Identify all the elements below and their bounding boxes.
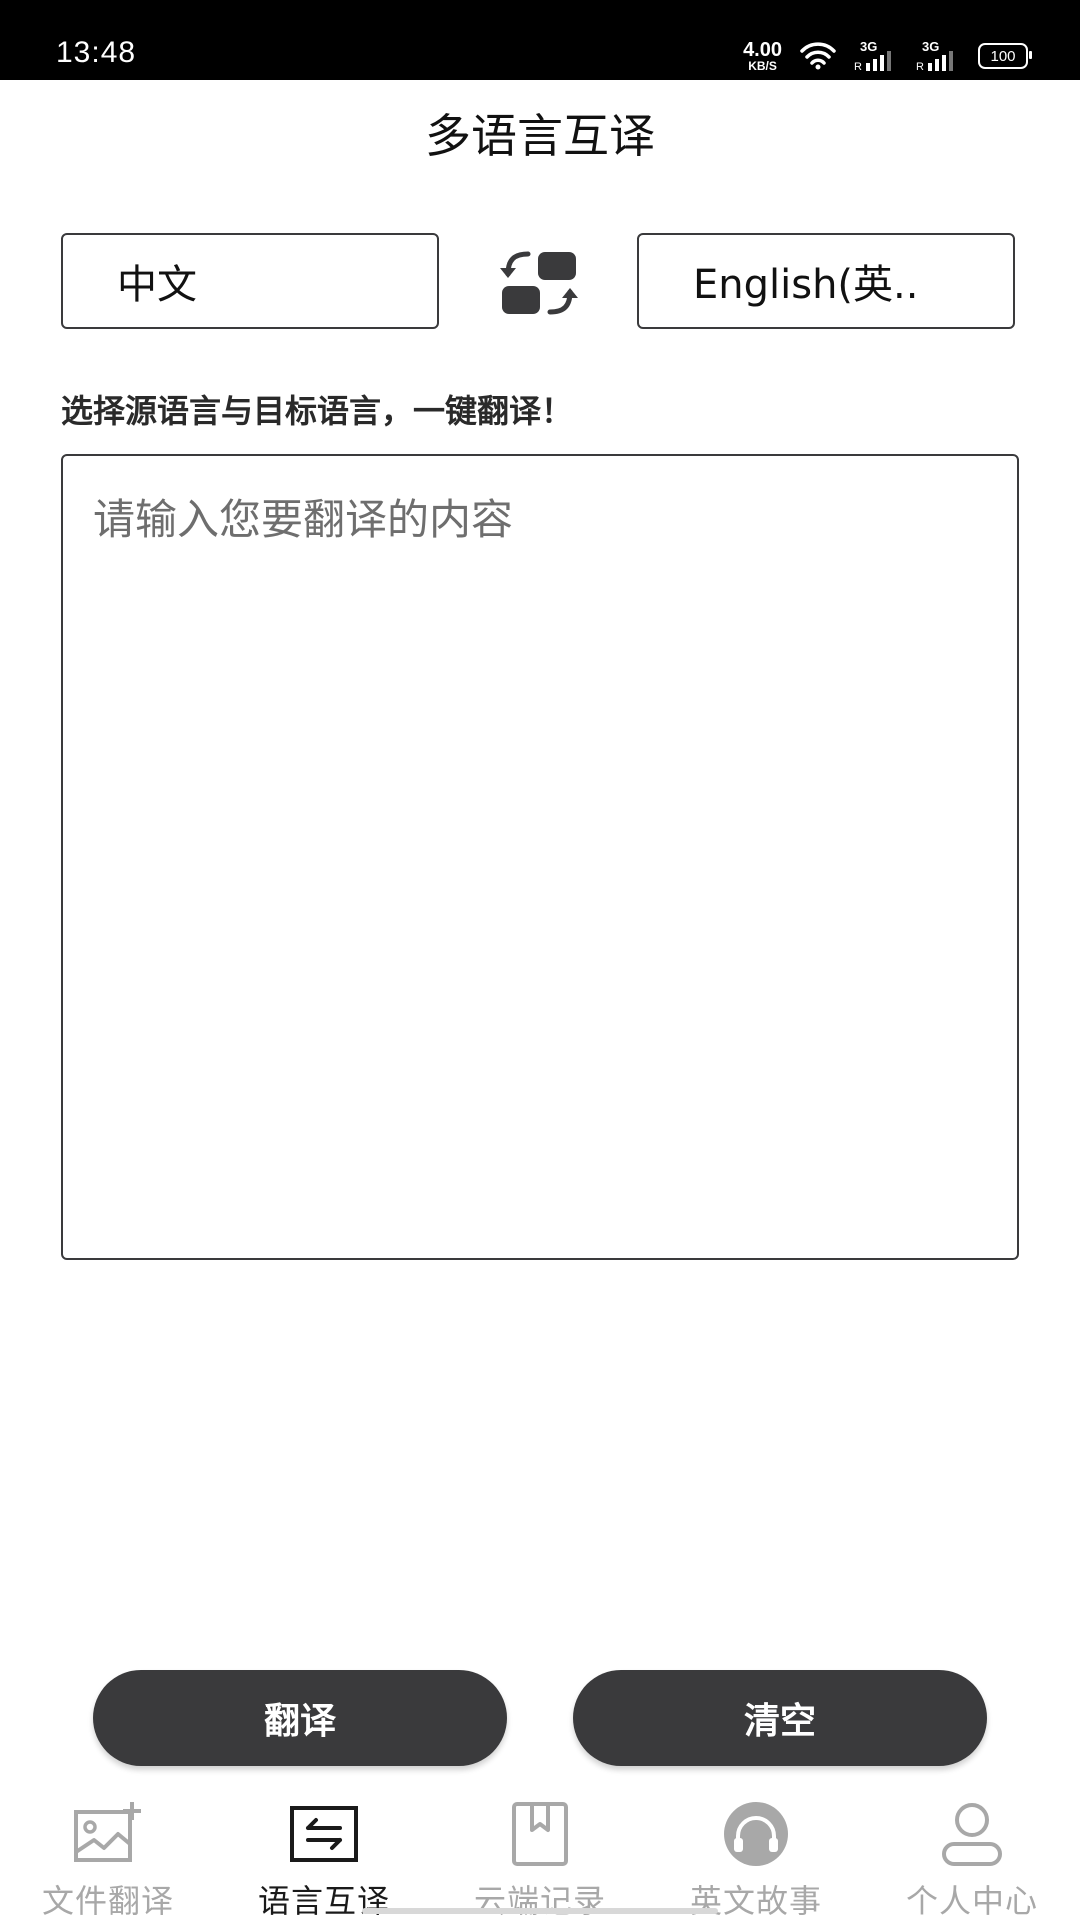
clear-button[interactable]: 清空 [573,1670,987,1766]
swap-languages-icon[interactable] [498,248,580,318]
signal-1-roaming: R [854,61,862,73]
source-language-select[interactable]: 中文 [61,233,439,329]
source-language-label: 中文 [117,262,197,308]
tab-english-stories[interactable]: 英文故事 [648,1796,864,1920]
battery-level: 100 [990,47,1016,65]
translate-button[interactable]: 翻译 [93,1670,507,1766]
cell-signal-1-icon: 3G R [854,39,898,73]
image-add-icon [74,1802,141,1862]
cell-signal-2-icon: 3G R [916,39,960,73]
target-language-label: English(英.. [693,262,919,308]
translate-input[interactable] [63,456,1017,1258]
page-title: 多语言互译 [425,109,655,163]
network-speed-value: 4.00 [743,39,782,61]
headphones-icon [724,1802,788,1866]
tab-cloud-records[interactable]: 云端记录 [432,1796,648,1920]
tab-file-translate[interactable]: 文件翻译 [0,1796,216,1920]
target-language-select[interactable]: English(英.. [637,233,1015,329]
bookmark-book-icon [512,1802,568,1866]
bottom-tab-bar: 文件翻译 语言互译 云端记录 英文故事 个人中心 [0,1796,1080,1920]
swap-arrows-icon [290,1806,358,1862]
tab-language-translate[interactable]: 语言互译 [216,1796,432,1920]
network-speed: 4.00 KB/S [743,40,782,72]
status-bar: 13:48 4.00 KB/S 3G R 3G R 100 [0,0,1080,80]
translate-input-box [61,454,1019,1260]
tab-label: 语言互译 [257,1882,390,1920]
signal-2-roaming: R [916,61,924,73]
wifi-icon [800,42,836,70]
battery-icon: 100 [978,43,1032,69]
person-icon [942,1803,1002,1866]
status-time: 13:48 [56,36,137,69]
status-icons: 4.00 KB/S 3G R 3G R 100 [743,36,1032,76]
network-speed-unit: KB/S [748,59,777,73]
tab-personal-center[interactable]: 个人中心 [864,1796,1080,1920]
hint-text: 选择源语言与目标语言，一键翻译！ [61,392,574,430]
tab-label: 英文故事 [689,1882,822,1920]
tab-label: 云端记录 [473,1882,606,1920]
tab-label: 文件翻译 [41,1882,174,1920]
tab-label: 个人中心 [905,1882,1038,1920]
home-indicator[interactable] [362,1908,718,1914]
